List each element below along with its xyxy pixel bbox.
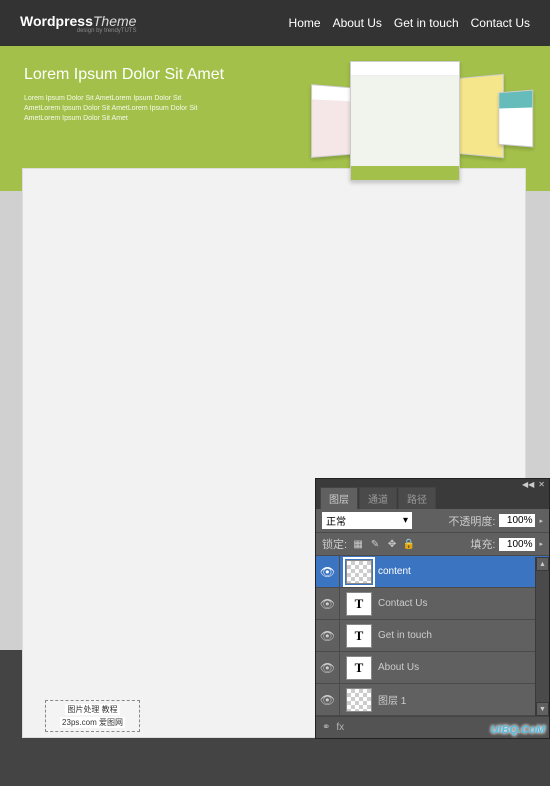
hero-showcase — [310, 56, 540, 186]
link-layers-icon[interactable]: ⚭ — [322, 722, 330, 733]
header-bar: WordpressTheme design by trendyTUTS Home… — [0, 0, 550, 46]
chevron-down-icon: ▾ — [403, 515, 408, 526]
visibility-toggle[interactable]: 👁 — [316, 588, 340, 620]
hero-text: Lorem Ipsum Dolor Sit AmetLorem Ipsum Do… — [24, 94, 234, 123]
lock-row: 锁定: ▦ ✎ ✥ 🔒 填充: 100% ▸ — [316, 533, 549, 556]
layers-panel[interactable]: ◀◀ ✕ 图层 通道 路径 正常 ▾ 不透明度: 100% ▸ 锁定: ▦ ✎ … — [315, 478, 550, 739]
tab-layers[interactable]: 图层 — [320, 487, 358, 509]
mockup-center — [350, 61, 460, 181]
scroll-down-icon[interactable]: ▼ — [536, 702, 549, 716]
layer-row[interactable]: 👁 content — [316, 556, 549, 588]
fill-flyout-icon[interactable]: ▸ — [539, 540, 543, 548]
layer-name[interactable]: content — [378, 566, 411, 577]
mockup-right1 — [458, 74, 503, 158]
lock-pixels-icon[interactable]: ✎ — [368, 537, 382, 551]
hero-line: AmetLorem Ipsum Dolor Sit AmetLorem Ipsu… — [24, 104, 234, 114]
tab-channels[interactable]: 通道 — [359, 487, 397, 509]
layer-row[interactable]: 👁 图层 1 — [316, 684, 549, 716]
opacity-flyout-icon[interactable]: ▸ — [539, 517, 543, 525]
layer-row[interactable]: 👁 T Contact Us — [316, 588, 549, 620]
nav-about[interactable]: About Us — [333, 16, 382, 30]
layer-thumbnail[interactable]: T — [346, 624, 372, 648]
layer-thumbnail[interactable]: T — [346, 656, 372, 680]
collapse-icon[interactable]: ◀◀ — [522, 480, 534, 489]
lock-label: 锁定: — [322, 536, 347, 552]
panel-tabs: 图层 通道 路径 — [316, 489, 549, 509]
opacity-label: 不透明度: — [448, 513, 495, 529]
logo-bold: Wordpress — [20, 13, 93, 29]
blend-value: 正常 — [326, 513, 346, 528]
hero-line: Lorem Ipsum Dolor Sit AmetLorem Ipsum Do… — [24, 94, 234, 104]
badge-line2: 23ps.com 爱图网 — [60, 717, 125, 728]
main-nav: Home About Us Get in touch Contact Us — [289, 16, 530, 30]
badge-line1: 图片处理 教程 — [65, 704, 119, 715]
logo-thin: Theme — [93, 13, 137, 29]
lock-transparent-icon[interactable]: ▦ — [351, 537, 365, 551]
visibility-toggle[interactable]: 👁 — [316, 556, 340, 588]
layers-list: 👁 content 👁 T Contact Us 👁 T Get in touc… — [316, 556, 549, 716]
nav-home[interactable]: Home — [289, 16, 321, 30]
layer-name[interactable]: Get in touch — [378, 630, 432, 641]
panel-scrollbar[interactable]: ▲ ▼ — [535, 557, 549, 716]
layer-name[interactable]: About Us — [378, 662, 419, 673]
logo-text: WordpressTheme — [20, 13, 136, 29]
layer-thumbnail[interactable] — [346, 560, 372, 584]
panel-footer: ⚭ fx UiBQ.CoM — [316, 716, 549, 738]
lock-all-icon[interactable]: 🔒 — [402, 537, 416, 551]
logo-subtitle: design by trendyTUTS — [20, 28, 136, 34]
visibility-toggle[interactable]: 👁 — [316, 684, 340, 716]
scroll-up-icon[interactable]: ▲ — [536, 557, 549, 571]
hero-line: AmetLorem Ipsum Dolor Sit Amet — [24, 114, 234, 124]
nav-contact[interactable]: Contact Us — [471, 16, 530, 30]
watermark-badge: 图片处理 教程 23ps.com 爱图网 — [45, 700, 140, 732]
layer-row[interactable]: 👁 T Get in touch — [316, 620, 549, 652]
tab-paths[interactable]: 路径 — [398, 487, 436, 509]
blend-row: 正常 ▾ 不透明度: 100% ▸ — [316, 509, 549, 533]
site-watermark: UiBQ.CoM — [491, 724, 545, 736]
visibility-toggle[interactable]: 👁 — [316, 652, 340, 684]
nav-contact-touch[interactable]: Get in touch — [394, 16, 459, 30]
blend-mode-select[interactable]: 正常 ▾ — [322, 512, 412, 529]
layer-name[interactable]: Contact Us — [378, 598, 427, 609]
opacity-input[interactable]: 100% — [499, 514, 535, 527]
layer-thumbnail[interactable]: T — [346, 592, 372, 616]
fill-label: 填充: — [470, 536, 495, 552]
logo: WordpressTheme design by trendyTUTS — [20, 13, 136, 34]
lock-buttons: ▦ ✎ ✥ 🔒 — [351, 537, 416, 551]
lock-position-icon[interactable]: ✥ — [385, 537, 399, 551]
layer-name[interactable]: 图层 1 — [378, 692, 406, 707]
mockup-right2 — [499, 90, 534, 148]
layer-row[interactable]: 👁 T About Us — [316, 652, 549, 684]
fill-input[interactable]: 100% — [499, 538, 535, 551]
layer-thumbnail[interactable] — [346, 688, 372, 712]
fx-icon[interactable]: fx — [336, 722, 344, 733]
visibility-toggle[interactable]: 👁 — [316, 620, 340, 652]
close-icon[interactable]: ✕ — [538, 480, 545, 489]
scroll-track[interactable] — [536, 571, 549, 702]
